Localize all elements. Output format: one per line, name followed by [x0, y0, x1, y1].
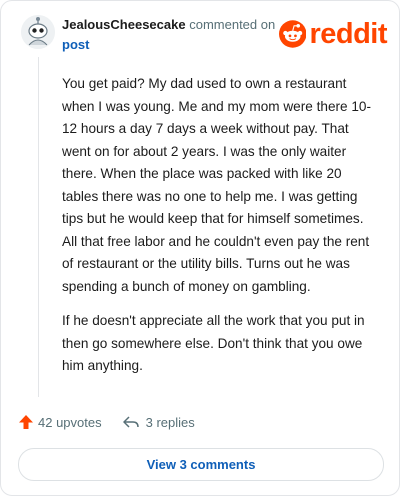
- view-comments-button[interactable]: View 3 comments: [18, 448, 384, 481]
- reply-arrow-icon: [122, 416, 139, 428]
- comment-body: You get paid? My dad used to own a resta…: [62, 73, 374, 390]
- reddit-snoo-icon: [279, 20, 307, 48]
- comment-author[interactable]: JealousCheesecake: [62, 17, 186, 32]
- upvote-arrow-icon: [19, 415, 33, 429]
- thread-line[interactable]: [38, 57, 39, 397]
- reddit-logo: reddit: [279, 18, 387, 50]
- upvote-count: 42 upvotes: [38, 414, 102, 430]
- comment-paragraph: You get paid? My dad used to own a resta…: [62, 76, 372, 294]
- reddit-wordmark: reddit: [309, 18, 387, 50]
- comment-card: JealousCheesecake commented on post redd…: [0, 0, 400, 496]
- user-avatar[interactable]: [21, 15, 55, 49]
- upvote-button[interactable]: 42 upvotes: [18, 414, 102, 430]
- comment-actions: 42 upvotes 3 replies: [18, 414, 195, 430]
- replies-count: 3 replies: [145, 414, 195, 430]
- replies-button[interactable]: 3 replies: [122, 415, 195, 430]
- snoo-avatar-icon: [21, 15, 55, 49]
- comment-header: JealousCheesecake commented on post: [62, 15, 277, 55]
- post-link[interactable]: post: [62, 35, 277, 55]
- comment-action-text: commented on: [189, 17, 276, 32]
- comment-paragraph: If he doesn't appreciate all the work th…: [62, 313, 365, 373]
